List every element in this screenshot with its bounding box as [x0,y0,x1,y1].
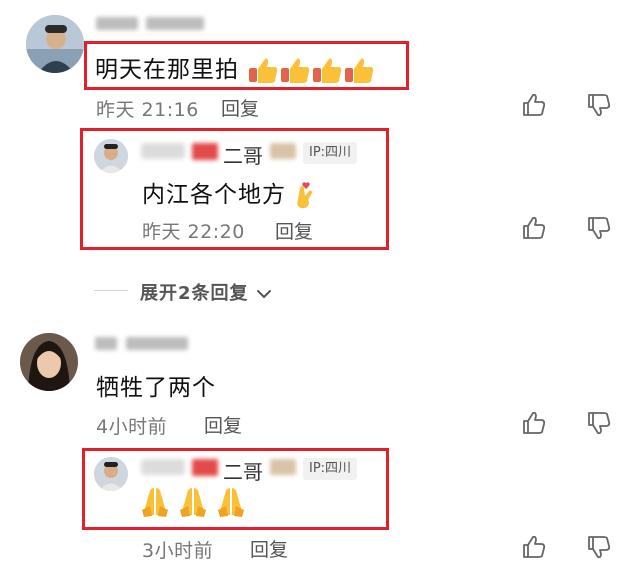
comment-text: 明天在那里拍 [95,50,375,86]
username-masked-emoji [270,459,296,475]
dislike-icon[interactable] [586,215,612,241]
reply-button[interactable]: 回复 [250,535,288,562]
username-masked [141,459,185,475]
expand-replies-button[interactable]: 展开2条回复 [140,279,272,305]
like-icon[interactable] [521,215,547,241]
reply-button[interactable]: 回复 [204,411,242,438]
username-masked [96,17,138,30]
username-masked [126,337,188,350]
reply-username: 二哥 [223,144,263,168]
ip-badge: IP:四川 [303,142,358,164]
chevron-down-icon [256,290,271,298]
reply-button[interactable]: 回复 [275,217,313,244]
reply-time: 昨天 22:20 [142,221,245,243]
comment-text: 牺牲了两个 [96,375,216,401]
ip-badge: IP:四川 [303,458,358,480]
username-masked-emoji [192,459,218,476]
divider [94,290,128,291]
username-masked-emoji [192,143,218,160]
like-icon[interactable] [521,410,547,436]
reply-avatar[interactable] [94,139,128,173]
commenter-avatar[interactable] [20,333,78,391]
dislike-icon[interactable] [586,534,612,560]
comment-time: 昨天 21:16 [96,99,199,121]
username-masked [146,17,204,30]
like-icon[interactable] [521,92,547,118]
username-masked [141,143,185,159]
comment-time: 4小时前 [96,416,168,438]
dislike-icon[interactable] [586,410,612,436]
reply-text: 内江各个地方 [142,175,316,210]
commenter-avatar[interactable] [26,15,84,73]
username-masked [95,337,117,350]
reply-username: 二哥 [223,460,263,484]
folded-hands-emoji-group [140,486,252,522]
dislike-icon[interactable] [586,92,612,118]
hand-with-index-and-thumb-crossed-emoji [294,181,316,208]
reply-button[interactable]: 回复 [221,94,259,121]
like-icon[interactable] [521,534,547,560]
username-masked-emoji [270,143,296,159]
thumbs-up-emoji-group [247,57,375,83]
reply-time: 3小时前 [142,540,214,562]
reply-avatar[interactable] [94,457,128,491]
